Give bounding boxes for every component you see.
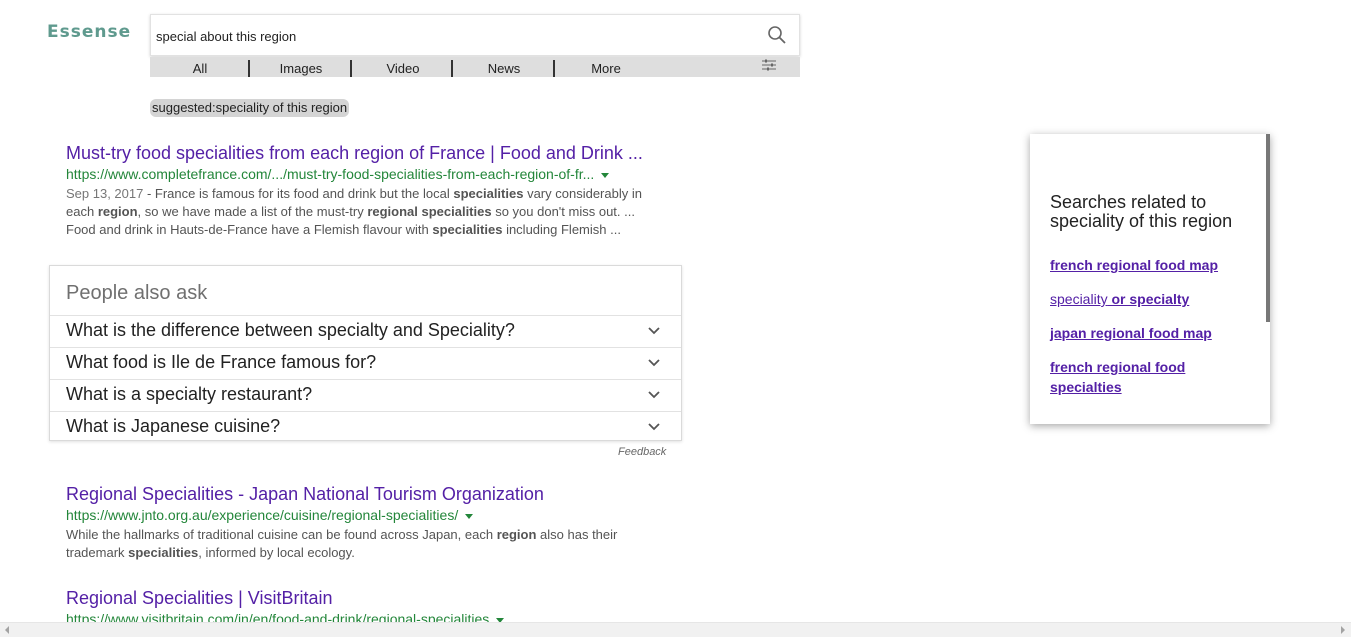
tab-divider bbox=[553, 60, 555, 77]
result-date: Sep 13, 2017 bbox=[66, 186, 144, 201]
result-snippet: While the hallmarks of traditional cuisi… bbox=[66, 526, 666, 562]
url-dropdown-arrow-icon[interactable] bbox=[601, 172, 610, 178]
snippet-bold: specialities bbox=[432, 222, 503, 237]
people-also-ask-panel: People also ask What is the difference b… bbox=[49, 265, 682, 441]
result-title-link[interactable]: Regional Specialities - Japan National T… bbox=[66, 483, 666, 505]
panel-scrollbar[interactable] bbox=[1266, 134, 1270, 322]
search-box bbox=[150, 14, 800, 56]
related-search-link[interactable]: french regional food map bbox=[1050, 255, 1240, 275]
chevron-down-icon bbox=[648, 359, 660, 367]
search-icon[interactable] bbox=[767, 25, 787, 45]
search-result: Regional Specialities - Japan National T… bbox=[66, 483, 666, 562]
snippet-bold: regional specialities bbox=[367, 204, 492, 219]
tab-divider bbox=[248, 60, 250, 77]
chevron-down-icon bbox=[648, 327, 660, 335]
tab-images[interactable]: Images bbox=[251, 57, 351, 77]
paa-question-text: What is Japanese cuisine? bbox=[66, 416, 281, 436]
related-search-link[interactable]: speciality or specialty bbox=[1050, 289, 1240, 309]
chevron-down-icon bbox=[648, 423, 660, 431]
paa-question[interactable]: What is Japanese cuisine? bbox=[50, 411, 681, 444]
paa-question-text: What food is Ile de France famous for? bbox=[66, 352, 377, 372]
tab-divider bbox=[350, 60, 352, 77]
related-search-link-bold: japan regional food map bbox=[1050, 325, 1212, 341]
snippet-text: - France is famous for its food and drin… bbox=[143, 186, 454, 201]
search-tabs: All Images Video News More bbox=[150, 57, 800, 77]
tab-divider bbox=[451, 60, 453, 77]
paa-question-text: What is a specialty restaurant? bbox=[66, 384, 313, 404]
scroll-left-arrow-icon[interactable] bbox=[5, 626, 9, 634]
tab-news[interactable]: News bbox=[454, 57, 554, 77]
snippet-text: While the hallmarks of traditional cuisi… bbox=[66, 527, 497, 542]
feedback-link[interactable]: Feedback bbox=[618, 446, 666, 458]
related-search-link[interactable]: french regional food specialties bbox=[1050, 357, 1240, 397]
snippet-text: , so we have made a list of the must-try bbox=[137, 204, 368, 219]
result-url: https://www.jnto.org.au/experience/cuisi… bbox=[66, 505, 666, 525]
settings-sliders-icon[interactable] bbox=[761, 58, 777, 72]
result-title-link[interactable]: Must-try food specialities from each reg… bbox=[66, 142, 666, 164]
snippet-text: , informed by local ecology. bbox=[198, 545, 355, 560]
related-searches-panel: Searches related to speciality of this r… bbox=[1030, 134, 1270, 424]
people-also-ask-title: People also ask bbox=[66, 282, 208, 304]
suggested-query-chip[interactable]: suggested:speciality of this region bbox=[150, 99, 350, 117]
related-search-link-bold: or specialty bbox=[1107, 291, 1190, 307]
url-dropdown-arrow-icon[interactable] bbox=[465, 513, 474, 519]
snippet-bold: specialities bbox=[128, 545, 199, 560]
paa-question[interactable]: What is the difference between specialty… bbox=[50, 315, 681, 348]
horizontal-scrollbar[interactable] bbox=[0, 622, 1351, 637]
tab-video[interactable]: Video bbox=[353, 57, 453, 77]
result-url: https://www.completefrance.com/.../must-… bbox=[66, 164, 666, 184]
result-title-link[interactable]: Regional Specialities | VisitBritain bbox=[66, 587, 666, 609]
related-search-link[interactable]: japan regional food map bbox=[1050, 323, 1240, 343]
related-search-link-text: speciality bbox=[1050, 291, 1108, 307]
related-searches-title: Searches related to speciality of this r… bbox=[1050, 192, 1233, 231]
logo[interactable]: Essense bbox=[47, 22, 131, 42]
search-input[interactable] bbox=[156, 26, 746, 46]
snippet-text: including Flemish ... bbox=[502, 222, 621, 237]
tab-all[interactable]: All bbox=[150, 57, 250, 77]
paa-question[interactable]: What is a specialty restaurant? bbox=[50, 379, 681, 412]
related-search-link-bold: french regional food specialties bbox=[1050, 359, 1186, 395]
scroll-right-arrow-icon[interactable] bbox=[1341, 626, 1345, 634]
result-url-text: https://www.jnto.org.au/experience/cuisi… bbox=[66, 507, 459, 523]
paa-question-text: What is the difference between specialty… bbox=[66, 320, 515, 340]
paa-question[interactable]: What food is Ile de France famous for? bbox=[50, 347, 681, 380]
snippet-bold: region bbox=[97, 204, 138, 219]
result-snippet: Sep 13, 2017 - France is famous for its … bbox=[66, 185, 666, 239]
snippet-bold: region bbox=[496, 527, 537, 542]
snippet-bold: specialities bbox=[453, 186, 524, 201]
tab-more[interactable]: More bbox=[556, 57, 656, 77]
related-search-link-bold: french regional food map bbox=[1050, 257, 1219, 273]
search-result: Must-try food specialities from each reg… bbox=[66, 142, 666, 239]
chevron-down-icon bbox=[648, 391, 660, 399]
result-url-text: https://www.completefrance.com/.../must-… bbox=[66, 166, 595, 182]
